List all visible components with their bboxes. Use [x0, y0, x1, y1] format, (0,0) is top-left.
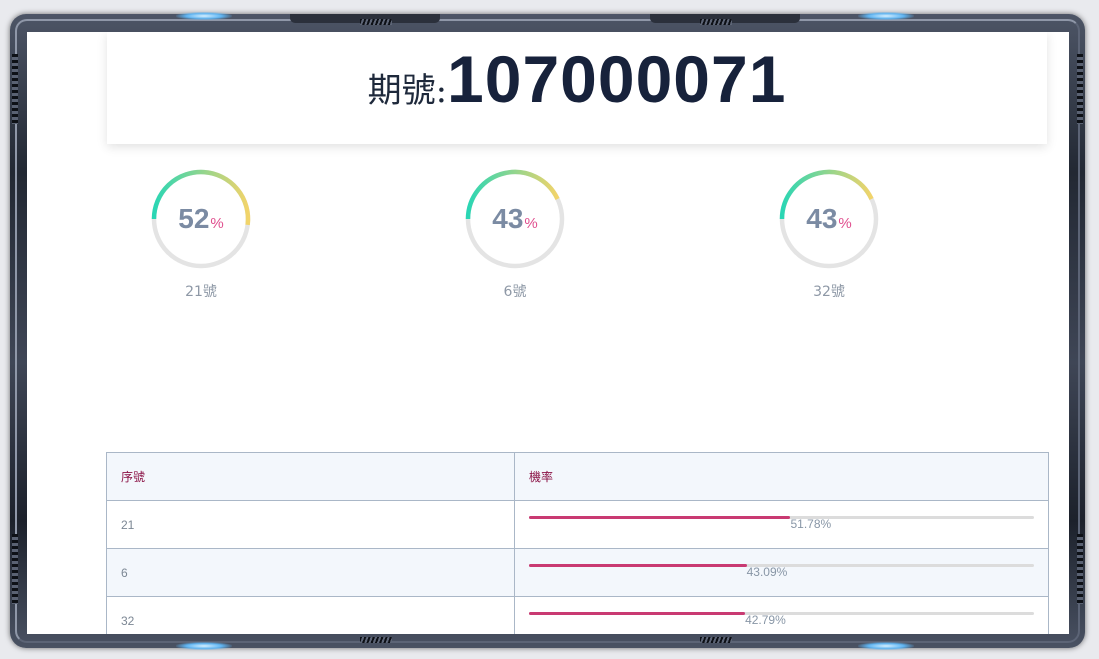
probability-cell: 43.09%: [515, 549, 1048, 596]
table-header-row: 序號 機率: [107, 453, 1048, 501]
probability-bar-fill: [529, 611, 746, 615]
column-header-probability: 機率: [529, 470, 554, 484]
gauge-percent-sign: %: [524, 214, 538, 232]
frame-light: [858, 12, 914, 20]
gauge-percent-sign: %: [210, 214, 224, 232]
frame-light: [176, 642, 232, 650]
period-label: 期號:: [367, 71, 448, 111]
period-header: 期號:107000071: [107, 32, 1047, 144]
header-cell-index: 序號: [107, 453, 515, 500]
gauge-percent-sign: %: [838, 214, 852, 232]
frame-vent: [360, 19, 392, 25]
probability-cell: 42.79%: [515, 597, 1048, 634]
gauge-value: 43: [806, 203, 838, 234]
probability-table: 序號 機率 21 51.78% 6 43.09% 32 42.79%: [106, 452, 1049, 634]
column-header-index: 序號: [121, 470, 146, 484]
period-number: 107000071: [447, 42, 787, 116]
gauge-value: 52: [178, 203, 210, 234]
probability-value: 42.79%: [745, 613, 786, 627]
probability-cell: 51.78%: [515, 501, 1048, 548]
probability-bar-track: [529, 515, 1034, 519]
index-cell: 21: [107, 501, 515, 548]
frame-vent: [360, 637, 392, 643]
gauge: 43% 6號: [463, 167, 567, 301]
frame-grip: [1077, 54, 1083, 124]
gauge-label: 32號: [813, 284, 845, 300]
frame-grip: [1077, 534, 1083, 604]
probability-bar-fill: [529, 515, 791, 519]
row-index: 6: [121, 565, 128, 580]
table-row: 21 51.78%: [107, 501, 1048, 549]
probability-value: 51.78%: [790, 517, 832, 531]
table-row: 32 42.79%: [107, 597, 1048, 634]
frame-light: [858, 642, 914, 650]
frame-grip: [12, 54, 18, 124]
row-index: 32: [121, 613, 135, 628]
gauge: 52% 21號: [149, 167, 253, 301]
gauge-label: 6號: [503, 284, 527, 300]
index-cell: 6: [107, 549, 515, 596]
frame-grip: [12, 534, 18, 604]
gauge-value: 43: [492, 203, 524, 234]
gauge-label: 21號: [185, 284, 217, 300]
index-cell: 32: [107, 597, 515, 634]
probability-value: 43.09%: [746, 565, 788, 579]
row-index: 21: [121, 517, 135, 532]
frame-vent: [700, 19, 732, 25]
screen: 期號:107000071 52% 21號 43 % 6號 43 % 32號 序號…: [27, 32, 1069, 634]
probability-bar-fill: [529, 563, 747, 567]
table-row: 6 43.09%: [107, 549, 1048, 597]
frame-vent: [700, 637, 732, 643]
gauge: 43% 32號: [777, 167, 881, 301]
frame-light: [176, 12, 232, 20]
header-cell-probability: 機率: [515, 453, 1048, 500]
